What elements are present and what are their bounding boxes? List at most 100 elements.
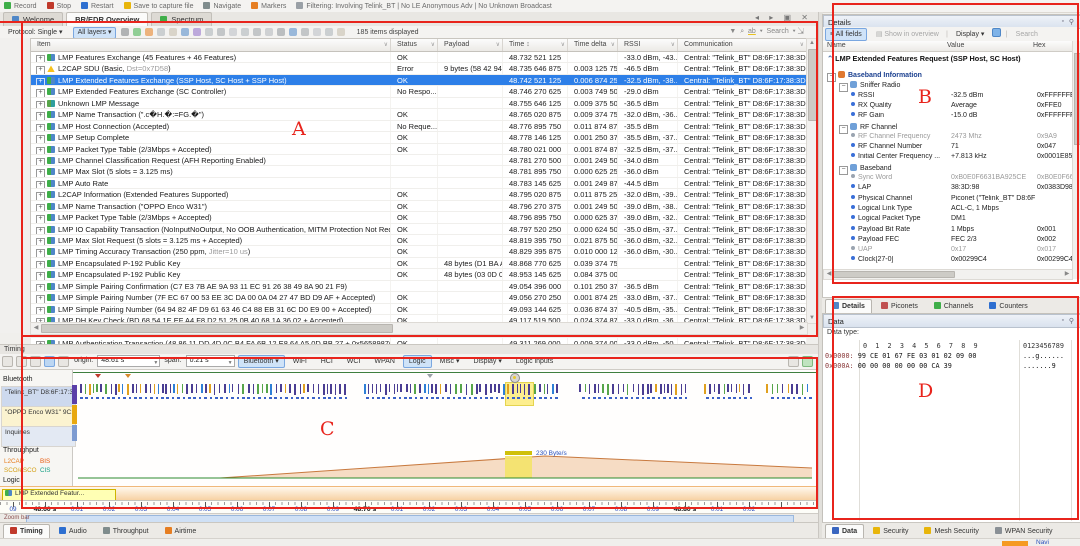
details-row[interactable]: LAP38:3D:980x0383D98: [827, 184, 1075, 194]
tab-throughput[interactable]: Throughput: [96, 524, 156, 539]
details-row[interactable]: RF Channel Number710x047: [827, 143, 1075, 153]
details-row[interactable]: −RF Channel: [827, 123, 1075, 133]
details-row[interactable]: Initial Center Frequency ...+7.813 kHz0x…: [827, 153, 1075, 163]
details-tab-counters[interactable]: Counters: [982, 299, 1034, 314]
pin-pane-icon[interactable]: ⚲: [1069, 18, 1074, 26]
toolbar-icon[interactable]: [181, 28, 189, 36]
table-row[interactable]: +LMP Packet Type Table (2/3Mbps + Accept…: [31, 144, 807, 155]
all-fields-button[interactable]: ≡ All fields: [825, 28, 867, 41]
timing-toggle-misc[interactable]: Misc ▾: [434, 355, 466, 368]
doc-tab-spectrum[interactable]: Spectrum: [151, 12, 212, 26]
table-row[interactable]: +LMP Extended Features Exchange (SC Cont…: [31, 86, 807, 97]
expand-icon[interactable]: +: [36, 272, 45, 279]
toolbar-icon[interactable]: [289, 28, 297, 36]
details-row[interactable]: RF Channel Frequency2473 Mhz0x9A9: [827, 133, 1075, 143]
expand-icon[interactable]: +: [36, 215, 45, 222]
column-header-item[interactable]: Item∨: [31, 39, 391, 51]
tab-airtime[interactable]: Airtime: [158, 524, 204, 539]
toolbar-icon[interactable]: [325, 28, 333, 36]
table-row[interactable]: +LMP Packet Type Table (2/3Mbps + Accept…: [31, 212, 807, 223]
expand-icon[interactable]: +: [36, 66, 45, 73]
origin-input[interactable]: 48.61 s▼: [97, 355, 160, 367]
toolbar-icon[interactable]: [253, 28, 261, 36]
toolbar-icon[interactable]: [145, 28, 153, 36]
table-row[interactable]: +LMP Simple Pairing Number (64 94 82 4F …: [31, 304, 807, 315]
protocol-selector[interactable]: Protocol: Single ▾: [4, 28, 67, 38]
timing-toggle-logic-inputs[interactable]: Logic inputs: [510, 355, 559, 368]
expand-icon[interactable]: +: [36, 101, 45, 108]
tab-audio[interactable]: Audio: [52, 524, 94, 539]
pan-tool-icon[interactable]: [16, 356, 27, 367]
timing-toggle-hci[interactable]: HCI: [315, 355, 339, 368]
expand-icon[interactable]: +: [36, 204, 45, 211]
display-dropdown[interactable]: Display ▾: [952, 29, 988, 40]
expand-icon[interactable]: +: [36, 284, 45, 291]
details-column-header[interactable]: NameValueHex: [823, 41, 1079, 52]
details-row[interactable]: −Baseband: [827, 164, 1075, 174]
timing-toggle-display[interactable]: Display ▾: [467, 355, 507, 368]
toolbar-icon[interactable]: [229, 28, 237, 36]
table-row[interactable]: +LMP Encapsulated P-192 Public KeyOK48 b…: [31, 258, 807, 269]
expand-icon[interactable]: +: [36, 169, 45, 176]
expand-icon[interactable]: +: [36, 89, 45, 96]
details-tab-details[interactable]: Details: [825, 299, 872, 314]
timing-row-device1[interactable]: "Telink_BT" D8:6F:17:38:3...: [1, 386, 76, 407]
details-row[interactable]: −Baseband Information: [827, 71, 1075, 81]
column-header-time-delta[interactable]: Time delta∨: [568, 39, 618, 51]
expand-icon[interactable]: +: [36, 249, 45, 256]
table-row[interactable]: +L2CAP Information (Extended Features Su…: [31, 189, 807, 200]
table-row[interactable]: +LMP Timing Accuracy Transaction (250 pp…: [31, 246, 807, 257]
selected-packet-marker-icon[interactable]: [510, 373, 520, 383]
doc-tab-br-edr-overview[interactable]: BR/EDR Overview: [66, 12, 148, 26]
zoom-tool-icon[interactable]: [30, 356, 41, 367]
timing-toggle-wci[interactable]: WCI: [341, 355, 367, 368]
expand-icon[interactable]: +: [36, 55, 45, 62]
table-row[interactable]: +LMP Features Exchange (45 Features + 46…: [31, 52, 807, 63]
pane-nav-icons[interactable]: ◂ ▸ ▣ ✕: [755, 13, 812, 22]
details-tab-channels[interactable]: Channels: [927, 299, 981, 314]
table-row[interactable]: +LMP Max Slot Request (5 slots = 3.125 m…: [31, 235, 807, 246]
timing-toggle-logic[interactable]: Logic: [403, 355, 432, 368]
table-row[interactable]: +LMP Simple Pairing Confirmation (C7 E3 …: [31, 281, 807, 292]
details-row[interactable]: Clock[27-0]0x00299C40x00299C4: [827, 256, 1075, 266]
float-pane-icon[interactable]: ▫: [1062, 18, 1064, 25]
toolbar-icon[interactable]: [205, 28, 213, 36]
table-row[interactable]: +LMP Name Transaction (".c�H.�:=FG.�")OK…: [31, 109, 807, 120]
details-column-name[interactable]: Name: [827, 42, 846, 49]
items-table-header[interactable]: Item∨Status∨Payload∨Time ↕∨Time delta∨RS…: [31, 39, 807, 52]
timing-right-icons[interactable]: [786, 354, 814, 367]
toolbar-icon[interactable]: [157, 28, 165, 36]
expand-icon[interactable]: +: [36, 192, 45, 199]
toolbar-icon[interactable]: [313, 28, 321, 36]
details-column-value[interactable]: Value: [947, 42, 964, 49]
details-row[interactable]: RSSI-32.5 dBm0xFFFFFFE0: [827, 92, 1075, 102]
dock-tab-security[interactable]: Security: [866, 524, 915, 539]
column-header-rssi[interactable]: RSSI∨: [618, 39, 678, 51]
toolbar-icon[interactable]: [241, 28, 249, 36]
timing-chart-area[interactable]: Bluetooth "Telink_BT" D8:6F:17:38:3... "…: [0, 370, 818, 500]
details-row[interactable]: Logical Packet TypeDM1: [827, 215, 1075, 225]
timing-row-device2[interactable]: "OPPO Enco W31" 9C:97:8...: [1, 406, 76, 427]
expand-icon[interactable]: +: [36, 261, 45, 268]
toolbar-icon[interactable]: [301, 28, 309, 36]
table-row[interactable]: +LMP Setup CompleteOK48.778 146 1250.001…: [31, 132, 807, 143]
pin-pane-icon[interactable]: ⚲: [1069, 317, 1074, 325]
table-row[interactable]: +L2CAP SDU (Basic, Dst=0x7D58)Error9 byt…: [31, 63, 807, 74]
details-row[interactable]: UAP0x170x017: [827, 246, 1075, 256]
toolbar-icon[interactable]: [193, 28, 201, 36]
table-row[interactable]: +LMP Extended Features Exchange (SSP Hos…: [31, 75, 807, 86]
show-in-overview-button[interactable]: ▤ Show in overview: [872, 29, 943, 40]
toolbar-icon[interactable]: [277, 28, 285, 36]
dock-tab-mesh-security[interactable]: Mesh Security: [917, 524, 985, 539]
details-row[interactable]: Physical ChannelPiconet ("Telink_BT" D8:…: [827, 195, 1075, 205]
toolbar-icon[interactable]: [121, 28, 129, 36]
expand-icon[interactable]: +: [36, 307, 45, 314]
table-row[interactable]: +LMP Encapsulated P-192 Public KeyOK48 b…: [31, 269, 807, 280]
details-row[interactable]: Payload Bit Rate1 Mbps0x001: [827, 226, 1075, 236]
column-header-status[interactable]: Status∨: [391, 39, 438, 51]
column-header-time[interactable]: Time ↕∨: [503, 39, 568, 51]
span-input[interactable]: 0.21 s▼: [186, 355, 235, 367]
table-row[interactable]: +Unknown LMP Message48.755 646 1250.009 …: [31, 98, 807, 109]
expand-icon[interactable]: +: [36, 158, 45, 165]
details-tab-piconets[interactable]: Piconets: [874, 299, 925, 314]
